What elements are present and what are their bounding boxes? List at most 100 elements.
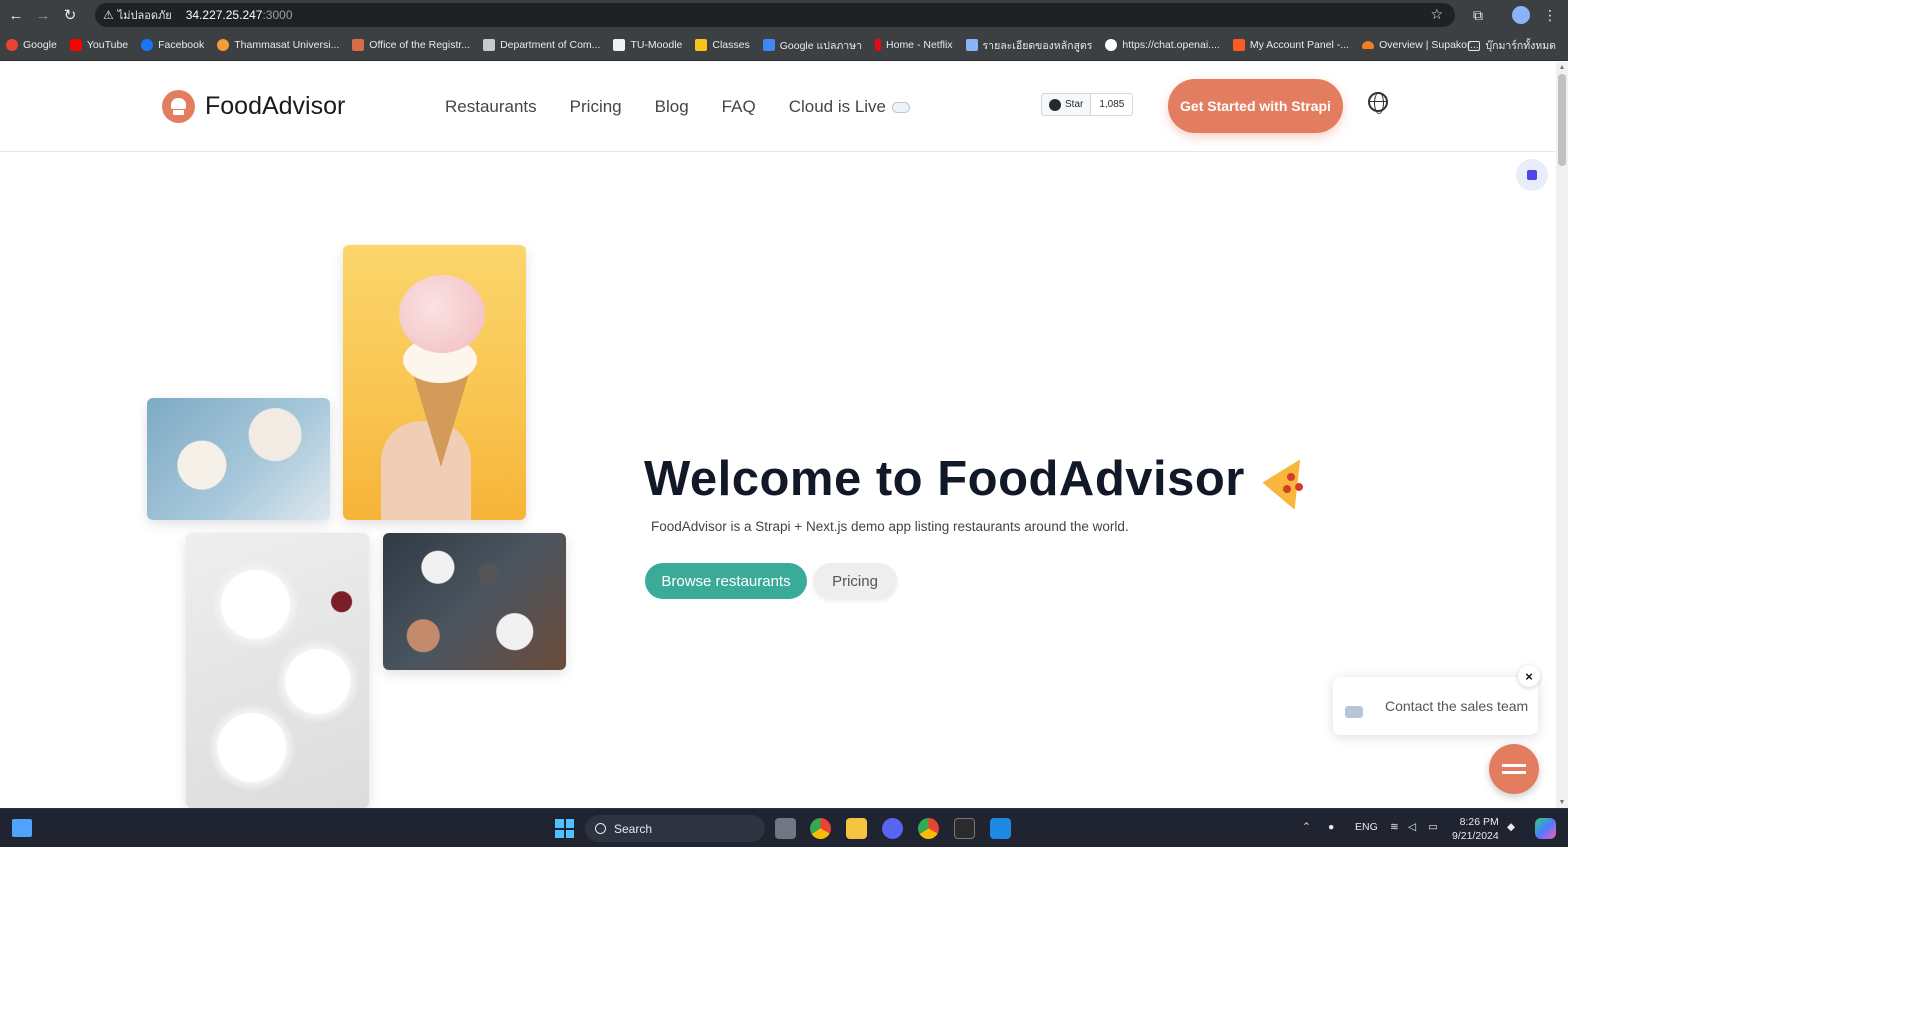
floating-extension-icon[interactable]	[1516, 159, 1548, 191]
notification-bell-icon[interactable]: ◆	[1507, 821, 1515, 833]
scroll-up-icon[interactable]: ▲	[1558, 64, 1566, 71]
taskbar-search[interactable]: Search	[585, 815, 765, 842]
bookmark-cloudflare[interactable]: Overview | Supakor...	[1362, 39, 1479, 51]
scroll-thumb[interactable]	[1558, 74, 1566, 166]
start-button[interactable]	[555, 819, 574, 838]
page-scrollbar[interactable]: ▲ ▼	[1556, 62, 1568, 808]
folder-icon	[1468, 40, 1481, 51]
url-port: :3000	[262, 8, 293, 22]
clock-date: 9/21/2024	[1452, 830, 1499, 842]
photo-pasta-plates	[186, 533, 369, 808]
nav-faq[interactable]: FAQ	[722, 97, 756, 117]
sales-avatar-icon	[1345, 706, 1363, 718]
task-view-icon[interactable]	[775, 818, 796, 839]
photo-shared-table	[383, 533, 566, 670]
file-explorer-icon[interactable]	[846, 818, 867, 839]
hero-title: Welcome to FoodAdvisor	[644, 451, 1313, 507]
pizza-icon	[1269, 457, 1313, 501]
bookmark-thammasat[interactable]: Thammasat Universi...	[217, 39, 339, 51]
clock-time: 8:26 PM	[1459, 816, 1499, 828]
moodle-icon	[613, 39, 626, 51]
chrome-profile-icon[interactable]	[918, 818, 939, 839]
thammasat-icon	[217, 39, 230, 51]
security-indicator[interactable]: ⚠ ไม่ปลอดภัย	[103, 6, 172, 24]
warning-icon: ⚠	[103, 8, 114, 22]
bookmark-facebook[interactable]: Facebook	[141, 39, 204, 51]
terminal-icon[interactable]	[954, 818, 975, 839]
system-clock[interactable]: 8:26 PM 9/21/2024	[1452, 815, 1499, 843]
photo-breakfast-bowls	[147, 398, 330, 520]
browse-restaurants-button[interactable]: Browse restaurants	[645, 563, 807, 599]
github-star-count[interactable]: 1,085	[1091, 93, 1134, 116]
github-icon	[1049, 98, 1061, 111]
bookmark-department[interactable]: Department of Com...	[483, 39, 600, 51]
bookmark-google-translate[interactable]: Google แปลภาษา	[762, 37, 862, 54]
translate-icon	[762, 39, 775, 51]
chat-popup-text: Contact the sales team	[1385, 698, 1529, 714]
nav-restaurants[interactable]: Restaurants	[445, 97, 537, 117]
taskbar: Search ⌃ ● ENG ≋ ◁ ▭ 8:26 PM 9/21/2024 ◆	[0, 808, 1568, 847]
search-icon	[595, 823, 606, 834]
account-panel-icon	[1232, 39, 1245, 51]
github-star-label: Star	[1065, 99, 1084, 110]
language-indicator[interactable]: ENG	[1355, 821, 1378, 833]
bookmark-tu-moodle[interactable]: TU-Moodle	[613, 39, 682, 51]
github-star-button[interactable]: Star	[1041, 93, 1092, 116]
volume-icon[interactable]: ◁	[1408, 821, 1416, 833]
logo-text: FoodAdvisor	[205, 92, 346, 120]
globe-icon[interactable]	[1368, 92, 1388, 114]
chef-hat-icon	[162, 90, 195, 123]
photo-ice-cream	[343, 245, 526, 520]
bookmark-registrar[interactable]: Office of the Registr...	[352, 39, 470, 51]
widgets-icon[interactable]	[12, 819, 32, 837]
vscode-icon[interactable]	[990, 818, 1011, 839]
bookmark-youtube[interactable]: YouTube	[69, 39, 128, 51]
menu-icon[interactable]: ⋮	[1539, 4, 1561, 26]
nav-pricing[interactable]: Pricing	[570, 97, 622, 117]
pricing-button[interactable]: Pricing	[813, 563, 897, 599]
url-text[interactable]: 34.227.25.247:3000	[186, 8, 293, 22]
copilot-icon[interactable]	[1535, 818, 1556, 839]
forward-icon[interactable]: →	[32, 4, 54, 26]
classroom-icon	[695, 39, 708, 51]
chat-launcher-button[interactable]	[1489, 744, 1539, 794]
chat-icon	[1502, 764, 1526, 774]
chat-popup[interactable]: Contact the sales team	[1333, 677, 1538, 735]
youtube-icon	[69, 39, 82, 51]
url-host: 34.227.25.247	[185, 8, 263, 22]
site-logo[interactable]: FoodAdvisor	[162, 90, 345, 123]
bookmark-netflix[interactable]: Home - Netflix	[875, 39, 953, 51]
hero-title-text: Welcome to FoodAdvisor	[644, 452, 1245, 506]
bookmark-curriculum[interactable]: รายละเอียดของหลักสูตร	[965, 37, 1092, 54]
bookmark-chatgpt[interactable]: https://chat.openai....	[1105, 39, 1220, 51]
nav-blog[interactable]: Blog	[655, 97, 689, 117]
address-bar[interactable]: ⚠ ไม่ปลอดภัย 34.227.25.247:3000 ☆	[95, 3, 1455, 27]
chrome-icon[interactable]	[810, 818, 831, 839]
get-started-button[interactable]: Get Started with Strapi	[1168, 79, 1343, 133]
bookmark-google[interactable]: Google	[6, 39, 57, 51]
wifi-icon[interactable]: ≋	[1390, 821, 1399, 833]
netflix-icon	[875, 39, 882, 51]
scroll-down-icon[interactable]: ▼	[1558, 799, 1566, 806]
nav-cloud[interactable]: Cloud is Live	[789, 97, 911, 117]
bookmarks-bar: Google YouTube Facebook Thammasat Univer…	[0, 30, 1568, 61]
github-star-widget[interactable]: Star 1,085	[1041, 93, 1134, 116]
chat-close-button[interactable]: ×	[1518, 665, 1540, 687]
taskbar-search-label: Search	[614, 821, 653, 836]
cloud-icon	[892, 101, 911, 113]
discord-icon[interactable]	[882, 818, 903, 839]
browser-toolbar: ← → ↻ ⚠ ไม่ปลอดภัย 34.227.25.247:3000 ☆ …	[0, 0, 1568, 30]
profile-avatar[interactable]	[1510, 4, 1532, 26]
battery-icon[interactable]: ▭	[1428, 821, 1438, 833]
back-icon[interactable]: ←	[5, 4, 27, 26]
microphone-icon[interactable]: ●	[1328, 821, 1334, 833]
bookmark-classes[interactable]: Classes	[695, 39, 750, 51]
reload-icon[interactable]: ↻	[59, 4, 81, 26]
extensions-icon[interactable]: ⧉	[1467, 4, 1489, 26]
tray-overflow-icon[interactable]: ⌃	[1302, 821, 1311, 833]
main-nav: Restaurants Pricing Blog FAQ Cloud is Li…	[445, 97, 943, 117]
cloudflare-icon	[1362, 41, 1375, 49]
all-bookmarks[interactable]: บุ๊กมาร์กทั้งหมด	[1468, 37, 1556, 54]
bookmark-star-icon[interactable]: ☆	[1430, 6, 1443, 23]
bookmark-account-panel[interactable]: My Account Panel -...	[1232, 39, 1349, 51]
